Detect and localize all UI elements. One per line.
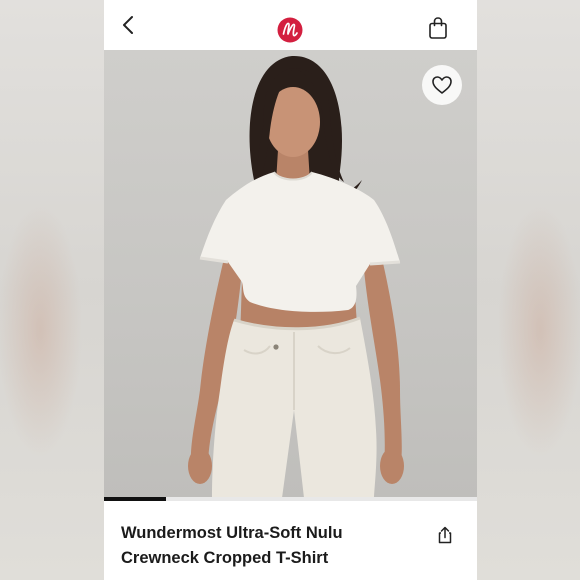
heart-outline-icon [432, 76, 452, 94]
chevron-left-icon[interactable] [118, 14, 140, 36]
phone-screen: Wundermost Ultra-Soft Nulu Crewneck Crop… [104, 0, 477, 580]
shopping-bag-icon[interactable] [427, 16, 449, 40]
lululemon-logo[interactable] [277, 17, 303, 43]
carousel-progress-indicator [104, 497, 167, 501]
top-navigation-bar [104, 0, 477, 50]
product-image[interactable] [104, 50, 477, 498]
model-photo [188, 55, 404, 498]
product-title: Wundermost Ultra-Soft Nulu Crewneck Crop… [121, 521, 421, 571]
product-title-line-2: Crewneck Cropped T-Shirt [121, 549, 329, 567]
product-title-line-1: Wundermost Ultra-Soft Nulu [121, 524, 343, 542]
favorite-button[interactable] [422, 65, 462, 105]
image-carousel-progress [104, 497, 477, 501]
share-icon[interactable] [436, 526, 454, 544]
